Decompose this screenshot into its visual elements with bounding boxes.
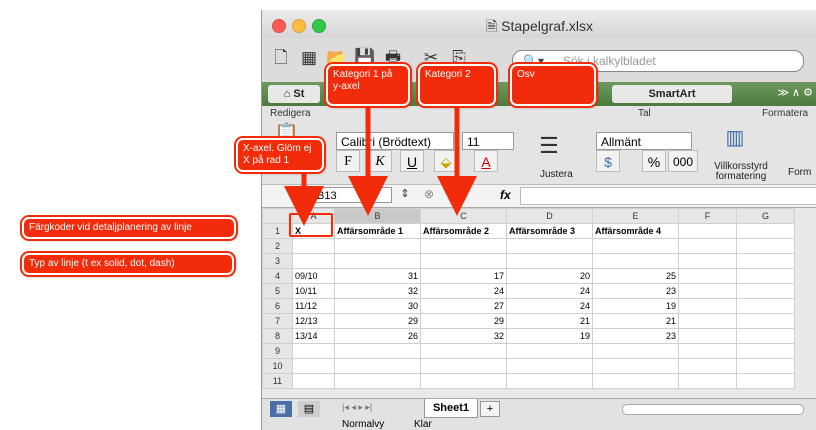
annotation-arrows — [284, 104, 477, 226]
callout-osv: Osv — [510, 64, 596, 106]
callout-xaxel: X-axel. Glöm ej X på rad 1 — [236, 138, 324, 172]
callout-kategori2: Kategori 2 — [418, 64, 496, 106]
callout-fargkoder: Färgkoder vid detaljplanering av linje — [22, 217, 236, 239]
callout-kategori1: Kategori 1 på y-axel — [326, 64, 410, 106]
callout-typ: Typ av linje (t ex solid, dot, dash) — [22, 253, 234, 275]
